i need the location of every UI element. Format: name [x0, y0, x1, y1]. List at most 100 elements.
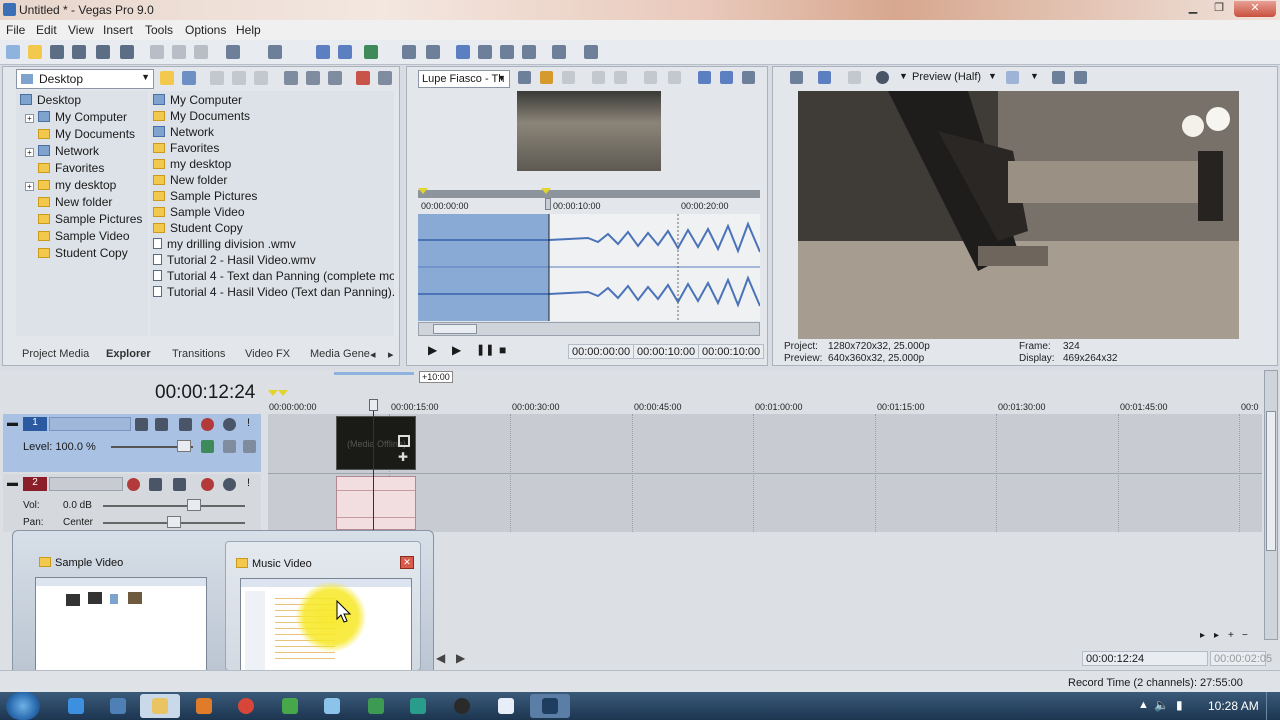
timeline-cursor-time[interactable]: 00:00:12:24	[155, 382, 255, 404]
external-monitor-icon[interactable]	[818, 71, 831, 84]
volume-icon[interactable]: 🔈	[1154, 698, 1169, 712]
solo-icon[interactable]: !	[247, 477, 250, 489]
tab-transitions[interactable]: Transitions	[172, 348, 225, 360]
taskbar-app-green2[interactable]	[356, 694, 396, 718]
menu-file[interactable]: File	[6, 23, 25, 37]
previous-frame-icon[interactable]: ◀	[436, 651, 445, 665]
audio-clip[interactable]	[336, 476, 416, 530]
trimmer-view-video-icon[interactable]	[698, 71, 711, 84]
list-item[interactable]: Tutorial 2 - Hasil Video.wmv	[153, 253, 316, 267]
tray-up-arrow-icon[interactable]: ▲	[1138, 699, 1149, 711]
views-icon[interactable]	[378, 71, 392, 85]
vol-slider-thumb[interactable]	[187, 499, 201, 511]
collapse-track-icon[interactable]: ▬	[7, 477, 18, 489]
timeline-end-time[interactable]: 00:00:02:05	[1210, 651, 1272, 666]
expand-icon[interactable]: +	[25, 182, 34, 191]
split-tool-icon[interactable]	[500, 45, 514, 59]
arm-record-icon[interactable]	[201, 418, 214, 431]
minimize-button[interactable]: ▁	[1180, 1, 1206, 17]
menu-help[interactable]: Help	[236, 23, 261, 37]
loop-region-bar[interactable]	[334, 372, 414, 375]
trimmer-add-icon[interactable]	[614, 71, 627, 84]
chevron-down-icon[interactable]: ▼	[988, 71, 997, 81]
normal-edit-tool-icon[interactable]	[402, 45, 416, 59]
redo-icon[interactable]	[268, 45, 282, 59]
tab-media-generators[interactable]: Media Gene	[310, 348, 370, 360]
make-child-icon[interactable]	[243, 440, 256, 453]
close-icon[interactable]: ✕	[400, 556, 414, 569]
tree-item-my-documents[interactable]: My Documents	[38, 127, 135, 141]
trimmer-length-time[interactable]: 00:00:10:00	[698, 344, 765, 359]
save-icon[interactable]	[50, 45, 64, 59]
thumbnail-music-video[interactable]: Music Video ✕	[225, 541, 421, 678]
zoom-in-icon[interactable]: +	[1228, 630, 1234, 641]
trimmer-view-audio-icon[interactable]	[720, 71, 733, 84]
trimmer-playhead[interactable]	[545, 198, 551, 210]
list-item[interactable]: my desktop	[153, 157, 231, 171]
tree-item-sample-video[interactable]: Sample Video	[38, 229, 130, 243]
list-item[interactable]: Sample Video	[153, 205, 245, 219]
taskbar-vegas[interactable]	[530, 694, 570, 718]
list-item[interactable]: my drilling division .wmv	[153, 237, 296, 251]
stop-preview-icon[interactable]	[306, 71, 320, 85]
clock[interactable]: 10:28 AM	[1208, 699, 1259, 713]
chevron-down-icon[interactable]: ▼	[899, 71, 908, 81]
taskbar-explorer[interactable]	[140, 694, 180, 718]
menu-edit[interactable]: Edit	[36, 23, 57, 37]
taskbar-notepad[interactable]	[312, 694, 352, 718]
taskbar-chrome[interactable]	[226, 694, 266, 718]
list-item[interactable]: My Documents	[153, 109, 250, 123]
cut-icon[interactable]	[150, 45, 164, 59]
tree-item-my-desktop[interactable]: my desktop	[38, 178, 116, 192]
chevron-down-icon[interactable]: ▼	[1030, 71, 1039, 81]
copy-icon[interactable]	[172, 45, 186, 59]
expand-icon[interactable]: +	[25, 148, 34, 157]
explorer-tool-icon[interactable]	[210, 71, 224, 85]
list-item[interactable]: New folder	[153, 173, 227, 187]
trim-tool-icon[interactable]	[522, 45, 536, 59]
tree-item-favorites[interactable]: Favorites	[38, 161, 104, 175]
video-track-header[interactable]: ▬ 1 ! Level: 100.0 %	[3, 414, 261, 472]
menu-insert[interactable]: Insert	[103, 23, 133, 37]
auto-ripple-icon[interactable]	[338, 45, 352, 59]
vertical-scroll-thumb[interactable]	[1266, 411, 1276, 551]
track-fx-icon[interactable]	[179, 418, 192, 431]
maximize-button[interactable]: ❐	[1206, 1, 1232, 17]
vol-slider-track[interactable]	[103, 505, 245, 507]
timeline-playhead[interactable]	[373, 400, 374, 532]
menu-options[interactable]: Options	[185, 23, 226, 37]
taskbar-app-orange[interactable]	[184, 694, 224, 718]
zoom-scroll-left-icon[interactable]: ▸	[1200, 630, 1205, 641]
copy-snapshot-icon[interactable]	[1052, 71, 1065, 84]
arm-record-icon[interactable]	[201, 478, 214, 491]
tree-item-network[interactable]: Network	[38, 144, 99, 158]
trimmer-overwrite-icon[interactable]	[668, 71, 681, 84]
envelope-tool-icon[interactable]	[426, 45, 440, 59]
refresh-icon[interactable]	[182, 71, 196, 85]
video-clip[interactable]: (Media Offline) ✚	[336, 416, 416, 470]
trimmer-save-icon[interactable]	[592, 71, 605, 84]
fx-icon[interactable]	[552, 45, 566, 59]
zoom-out-icon[interactable]: −	[1242, 630, 1248, 641]
list-item[interactable]: Student Copy	[153, 221, 243, 235]
save-as-icon[interactable]	[72, 45, 86, 59]
taskbar-app-green[interactable]	[270, 694, 310, 718]
arm-record-icon[interactable]	[127, 478, 140, 491]
start-preview-icon[interactable]	[356, 71, 370, 85]
trimmer-pause-icon[interactable]: ❚❚	[476, 343, 494, 356]
event-fx-icon[interactable]: ✚	[398, 451, 410, 463]
up-folder-icon[interactable]	[160, 71, 174, 85]
timeline-position-time[interactable]: 00:00:12:24	[1082, 651, 1208, 666]
split-screen-icon[interactable]	[876, 71, 889, 84]
snapping-icon[interactable]	[316, 45, 330, 59]
track-fx-icon[interactable]	[173, 478, 186, 491]
taskbar-media-player[interactable]	[98, 694, 138, 718]
event-pan-crop-icon[interactable]	[398, 435, 410, 447]
taskbar-app-teal[interactable]	[398, 694, 438, 718]
tree-item-desktop[interactable]: Desktop	[20, 93, 81, 107]
composite-mode-icon[interactable]	[201, 440, 214, 453]
list-item[interactable]: Sample Pictures	[153, 189, 257, 203]
timeline-vertical-scrollbar[interactable]	[1264, 370, 1278, 640]
mute-icon[interactable]	[223, 418, 236, 431]
trimmer-play-icon[interactable]: ▶	[452, 343, 461, 357]
